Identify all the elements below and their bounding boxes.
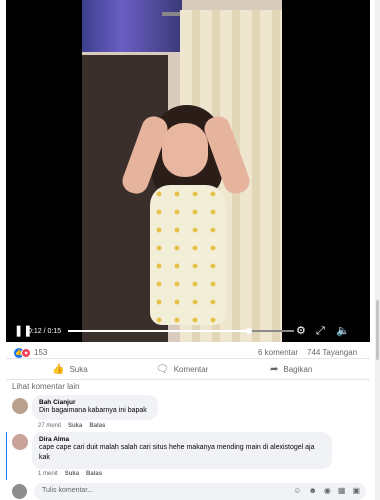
scrollbar-thumb[interactable]: [376, 300, 379, 360]
comment-label: Komentar: [173, 365, 209, 374]
view-more-comments-link[interactable]: Lihat komentar lain: [12, 382, 80, 391]
video-progress-fill: [68, 330, 249, 332]
video-frame: [82, 0, 282, 342]
avatar[interactable]: [12, 398, 28, 414]
video-person-face: [162, 123, 208, 177]
comment-reply-button[interactable]: Balas: [86, 471, 102, 477]
video-time: 0:12 / 0:15: [28, 328, 62, 335]
video-wall-band: [82, 0, 182, 52]
video-controls: ❚❚ 0:12 / 0:15 ⚙ ⤢ 🔈: [6, 320, 370, 342]
share-button[interactable]: ➦ Bagikan: [270, 364, 312, 375]
post-frame: ❚❚ 0:12 / 0:15 ⚙ ⤢ 🔈 👍 ♥ 153 6 komentar …: [0, 0, 380, 500]
settings-icon[interactable]: ⚙: [296, 323, 306, 339]
comment-author[interactable]: Bah Cianjur: [39, 399, 151, 406]
video-person: [119, 105, 253, 342]
comment-time[interactable]: 27 menit: [38, 423, 61, 429]
like-button[interactable]: 👍 Suka: [52, 364, 88, 375]
user-avatar[interactable]: [12, 484, 27, 499]
comment-time[interactable]: 1 menit: [38, 471, 58, 477]
video-progress-knob[interactable]: [245, 328, 252, 334]
video-progress-bar[interactable]: [68, 328, 294, 334]
video-player[interactable]: [6, 0, 370, 342]
comment-input[interactable]: Tulis komentar... ☺ ☻ ◉ ▦ ▣: [34, 483, 366, 500]
comment-text: Din bagaimana kabarnya ini bapak: [39, 407, 147, 414]
comment-reply-button[interactable]: Balas: [89, 423, 105, 429]
comment-input-placeholder: Tulis komentar...: [42, 487, 94, 494]
reaction-icons[interactable]: 👍 ♥: [14, 348, 36, 358]
sticker-icon[interactable]: ▣: [352, 486, 360, 495]
video-person-dress: [150, 185, 226, 325]
avatar-sticker-icon[interactable]: ☺: [293, 486, 301, 495]
camera-icon[interactable]: ◉: [324, 486, 331, 495]
like-label: Suka: [69, 365, 88, 374]
composer-tools: ☺ ☻ ◉ ▦ ▣: [293, 486, 360, 495]
avatar[interactable]: [12, 434, 28, 450]
comment-meta: 1 menit Suka Balas: [38, 471, 102, 477]
share-icon: ➦: [270, 364, 279, 375]
volume-icon[interactable]: 🔈: [336, 323, 350, 339]
share-label: Bagikan: [283, 365, 313, 374]
gif-icon[interactable]: ▦: [338, 486, 346, 495]
comment-like-button[interactable]: Suka: [68, 423, 82, 429]
highlight-bar: [6, 432, 7, 480]
comment-author[interactable]: Dira Alma: [39, 436, 325, 443]
reaction-count[interactable]: 153: [34, 348, 47, 357]
thumbs-up-icon: 👍: [52, 364, 65, 375]
emoji-icon[interactable]: ☻: [308, 486, 316, 495]
views-count: 744 Tayangan: [307, 348, 358, 357]
comment-like-button[interactable]: Suka: [65, 471, 79, 477]
comment-button[interactable]: 🗨 Komentar: [156, 364, 208, 375]
comment-bubble: Dira Alma cape cape cari duit malah sala…: [32, 432, 332, 469]
post-actions: 👍 Suka 🗨 Komentar ➦ Bagikan: [6, 358, 370, 380]
love-reaction-icon: ♥: [21, 348, 31, 358]
comment-composer: Tulis komentar... ☺ ☻ ◉ ▦ ▣: [12, 483, 368, 500]
fullscreen-icon[interactable]: ⤢: [316, 323, 325, 339]
comment-bubble: Bah Cianjur Din bagaimana kabarnya ini b…: [32, 395, 158, 420]
scrollbar[interactable]: [375, 0, 380, 500]
comment-icon: 🗨: [156, 364, 169, 375]
comment-meta: 27 menit Suka Balas: [38, 423, 105, 429]
comments-count[interactable]: 6 komentar: [258, 348, 298, 357]
comment-text: cape cape cari duit malah salah cari sit…: [39, 444, 315, 461]
